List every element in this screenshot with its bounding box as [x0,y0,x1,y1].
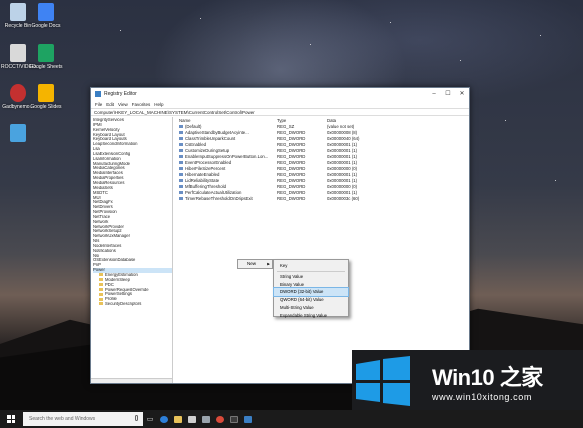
menu-edit[interactable]: Edit [106,102,114,107]
menu-bar: File Edit View Favorites Help [91,100,469,108]
desktop-icon-label: Google Sheets [29,64,63,70]
watermark: Win10 之家 www.win10xitong.com [352,350,583,410]
star [460,60,461,61]
window-title: Registry Editor [104,91,137,97]
menu-item-binary-value[interactable]: Binary Value [274,281,348,289]
windows-logo-icon [7,415,15,423]
tree-horizontal-scrollbar[interactable] [91,378,172,383]
minimize-button[interactable]: – [427,88,441,100]
task-view-icon[interactable]: ▭ [143,410,157,428]
new-submenu: Key String Value Binary Value DWORD (32-… [273,259,349,320]
key-tree: IntegrityServices IPMI KernelVelocity Keybo… [91,117,173,383]
google-sheets-icon[interactable]: Google Sheets [29,44,63,70]
menu-view[interactable]: View [118,102,128,107]
close-button[interactable]: ✕ [455,88,469,100]
menu-item-multi-string-value[interactable]: Multi-String Value [274,304,348,312]
desktop-icon-label: Google Slides [30,104,62,110]
value-list: (Default) REG_SZ (value not set) AdaptiveSt… [179,124,469,202]
start-button[interactable] [0,410,22,428]
registry-taskbar-icon[interactable] [241,410,255,428]
taskbar-search-box[interactable]: Search the web and Windows [23,412,143,426]
star [120,30,121,31]
registry-editor-icon [95,91,101,97]
menu-item-string-value[interactable]: String Value [274,273,348,281]
menu-separator [277,270,345,272]
media-icon[interactable] [227,410,241,428]
file-explorer-icon[interactable] [171,410,185,428]
chrome-icon[interactable] [213,410,227,428]
maximize-button[interactable]: ☐ [441,88,455,100]
edge-icon[interactable] [157,410,171,428]
value-row[interactable]: TimerRebaseThresholdOnDripsExit REG_DWORD… [179,196,469,202]
value-name: TimerRebaseThresholdOnDripsExit [179,196,277,202]
editor-panes: IntegrityServices IPMI KernelVelocity Keybo… [91,117,469,383]
tree-list: IntegrityServices IPMI KernelVelocity Keybo… [93,118,172,307]
google-slides-icon[interactable]: Google Slides [29,84,63,110]
menu-item-key[interactable]: Key [274,262,348,270]
menu-item-expandable-string-value[interactable]: Expandable String Value [274,312,348,320]
menu-file[interactable]: File [95,102,102,107]
menu-favorites[interactable]: Favorites [132,102,151,107]
star [540,35,541,36]
app-shortcut-icon[interactable] [1,124,35,144]
store-icon[interactable] [185,410,199,428]
menu-item-qword-value[interactable]: QWORD (64-bit) Value [274,296,348,304]
registry-editor-window: Registry Editor – ☐ ✕ File Edit View Fav… [90,87,470,384]
tree-subitem[interactable]: SecurityDescriptors [93,302,172,307]
mail-icon[interactable] [199,410,213,428]
search-placeholder: Search the web and Windows [29,416,96,422]
value-data: 0x0000003c (60) [327,196,360,201]
value-type: REG_DWORD [277,196,306,201]
desktop-icon-label: Google Docs [31,23,61,29]
star [390,22,391,23]
star [310,44,311,45]
windows-logo-icon [356,356,410,406]
star [200,18,201,19]
microphone-icon[interactable] [135,415,138,421]
watermark-title: Win10 之家 [432,365,543,390]
menu-item-dword-value[interactable]: DWORD (32-bit) Value [273,287,349,298]
watermark-url: www.win10xitong.com [432,392,532,402]
address-bar[interactable]: Computer\HKEY_LOCAL_MACHINE\SYSTEM\Curre… [91,108,469,116]
title-bar[interactable]: Registry Editor – ☐ ✕ [91,88,469,100]
context-menu-new[interactable]: New [237,259,273,269]
taskbar: Search the web and Windows ▭ [0,410,583,428]
star [555,180,556,181]
values-pane: Name Type Data (Default) REG_SZ (value not… [173,117,469,383]
google-docs-icon[interactable]: Google Docs [29,3,63,29]
menu-help[interactable]: Help [154,102,163,107]
star [505,120,506,121]
